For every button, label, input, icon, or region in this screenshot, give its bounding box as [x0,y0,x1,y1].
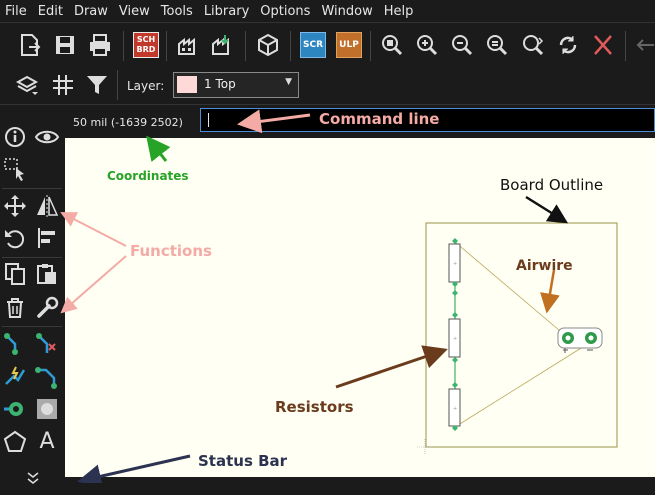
autorouter-icon[interactable] [2,364,28,390]
ratsnest-icon[interactable] [590,32,616,58]
switch-sch-brd-button[interactable]: SCH BRD [133,32,159,58]
menu-bar: File Edit Draw View Tools Library Option… [0,0,655,22]
optimize-route-icon[interactable] [34,364,60,390]
menu-tools[interactable]: Tools [156,4,199,19]
paste-icon[interactable] [34,261,60,287]
align-icon[interactable] [34,225,60,251]
expand-more-icon[interactable] [20,465,46,484]
ripup-icon[interactable] [34,331,60,357]
status-bar [65,477,655,483]
menu-library[interactable]: Library [199,4,255,19]
menu-options[interactable]: Options [255,4,316,19]
zoom-in-icon[interactable] [414,32,440,58]
annotation-coordinates: Coordinates [107,169,189,183]
via-icon[interactable] [2,396,28,422]
parameter-toolbar: Layer: 1 Top ▼ [0,67,655,105]
group-select-icon[interactable] [2,156,28,182]
main-toolbar: SCH BRD SCR ULP [0,22,655,68]
route-icon[interactable] [2,331,28,357]
refresh-icon[interactable] [555,32,581,58]
layer-settings-icon[interactable] [14,72,40,98]
annotation-airwire: Airwire [516,258,573,274]
layer-label: Layer: [127,79,165,93]
annotation-board-outline: Board Outline [500,176,604,194]
sch-label: SCH [136,35,156,44]
polygon-fill-icon[interactable] [34,396,60,422]
rotate-icon[interactable] [2,225,28,251]
zoom-fit-icon[interactable] [379,32,405,58]
ulp-label: ULP [339,40,359,50]
wrench-icon[interactable] [34,295,60,321]
copy-icon[interactable] [2,261,28,287]
polygon-icon[interactable] [2,429,28,455]
scr-label: SCR [302,40,324,50]
show-eye-icon[interactable] [34,124,60,150]
grid-icon[interactable] [50,72,76,98]
move-icon[interactable] [2,193,28,219]
zoom-out-icon[interactable] [449,32,475,58]
chevron-down-icon: ▼ [285,77,292,87]
annotation-resistors: Resistors [275,398,354,416]
ulp-button[interactable]: ULP [336,32,362,58]
annotation-command-line: Command line [319,110,440,128]
menu-edit[interactable]: Edit [33,4,69,19]
mirror-icon[interactable] [34,193,60,219]
coordinates-display: 50 mil (-1639 2502) [73,116,183,129]
menu-window[interactable]: Window [316,4,378,19]
menu-view[interactable]: View [114,4,156,19]
zoom-select-icon[interactable] [520,32,546,58]
zoom-redraw-icon[interactable] [484,32,510,58]
annotation-functions: Functions [130,242,212,260]
text-cursor [208,113,209,127]
airwire-line [454,241,567,337]
back-arrow-icon[interactable] [632,32,655,58]
layer-dropdown[interactable]: 1 Top ▼ [173,72,299,98]
menu-file[interactable]: File [0,4,33,19]
menu-help[interactable]: Help [379,4,420,19]
svg-text:+: + [453,336,457,342]
script-button[interactable]: SCR [300,32,326,58]
menu-draw[interactable]: Draw [69,4,114,19]
3d-view-icon[interactable] [255,32,281,58]
print-icon[interactable] [87,32,113,58]
delete-trash-icon[interactable] [2,295,28,321]
brd-label: BRD [136,45,156,54]
cam-processor-icon[interactable] [176,32,202,58]
svg-text:+: + [453,261,457,267]
save-icon[interactable] [52,32,78,58]
svg-text:+: + [453,406,457,412]
airwire-line [454,344,587,428]
filter-icon[interactable] [84,72,110,98]
manufacturing-icon[interactable] [210,32,236,58]
text-tool-icon[interactable]: A [34,429,60,455]
annotation-status-bar: Status Bar [198,452,288,470]
open-file-icon[interactable] [17,32,43,58]
layer-color-swatch [177,76,197,93]
command-sidebar: A [0,105,64,484]
info-icon[interactable] [2,124,28,150]
layer-value: 1 Top [204,77,236,91]
